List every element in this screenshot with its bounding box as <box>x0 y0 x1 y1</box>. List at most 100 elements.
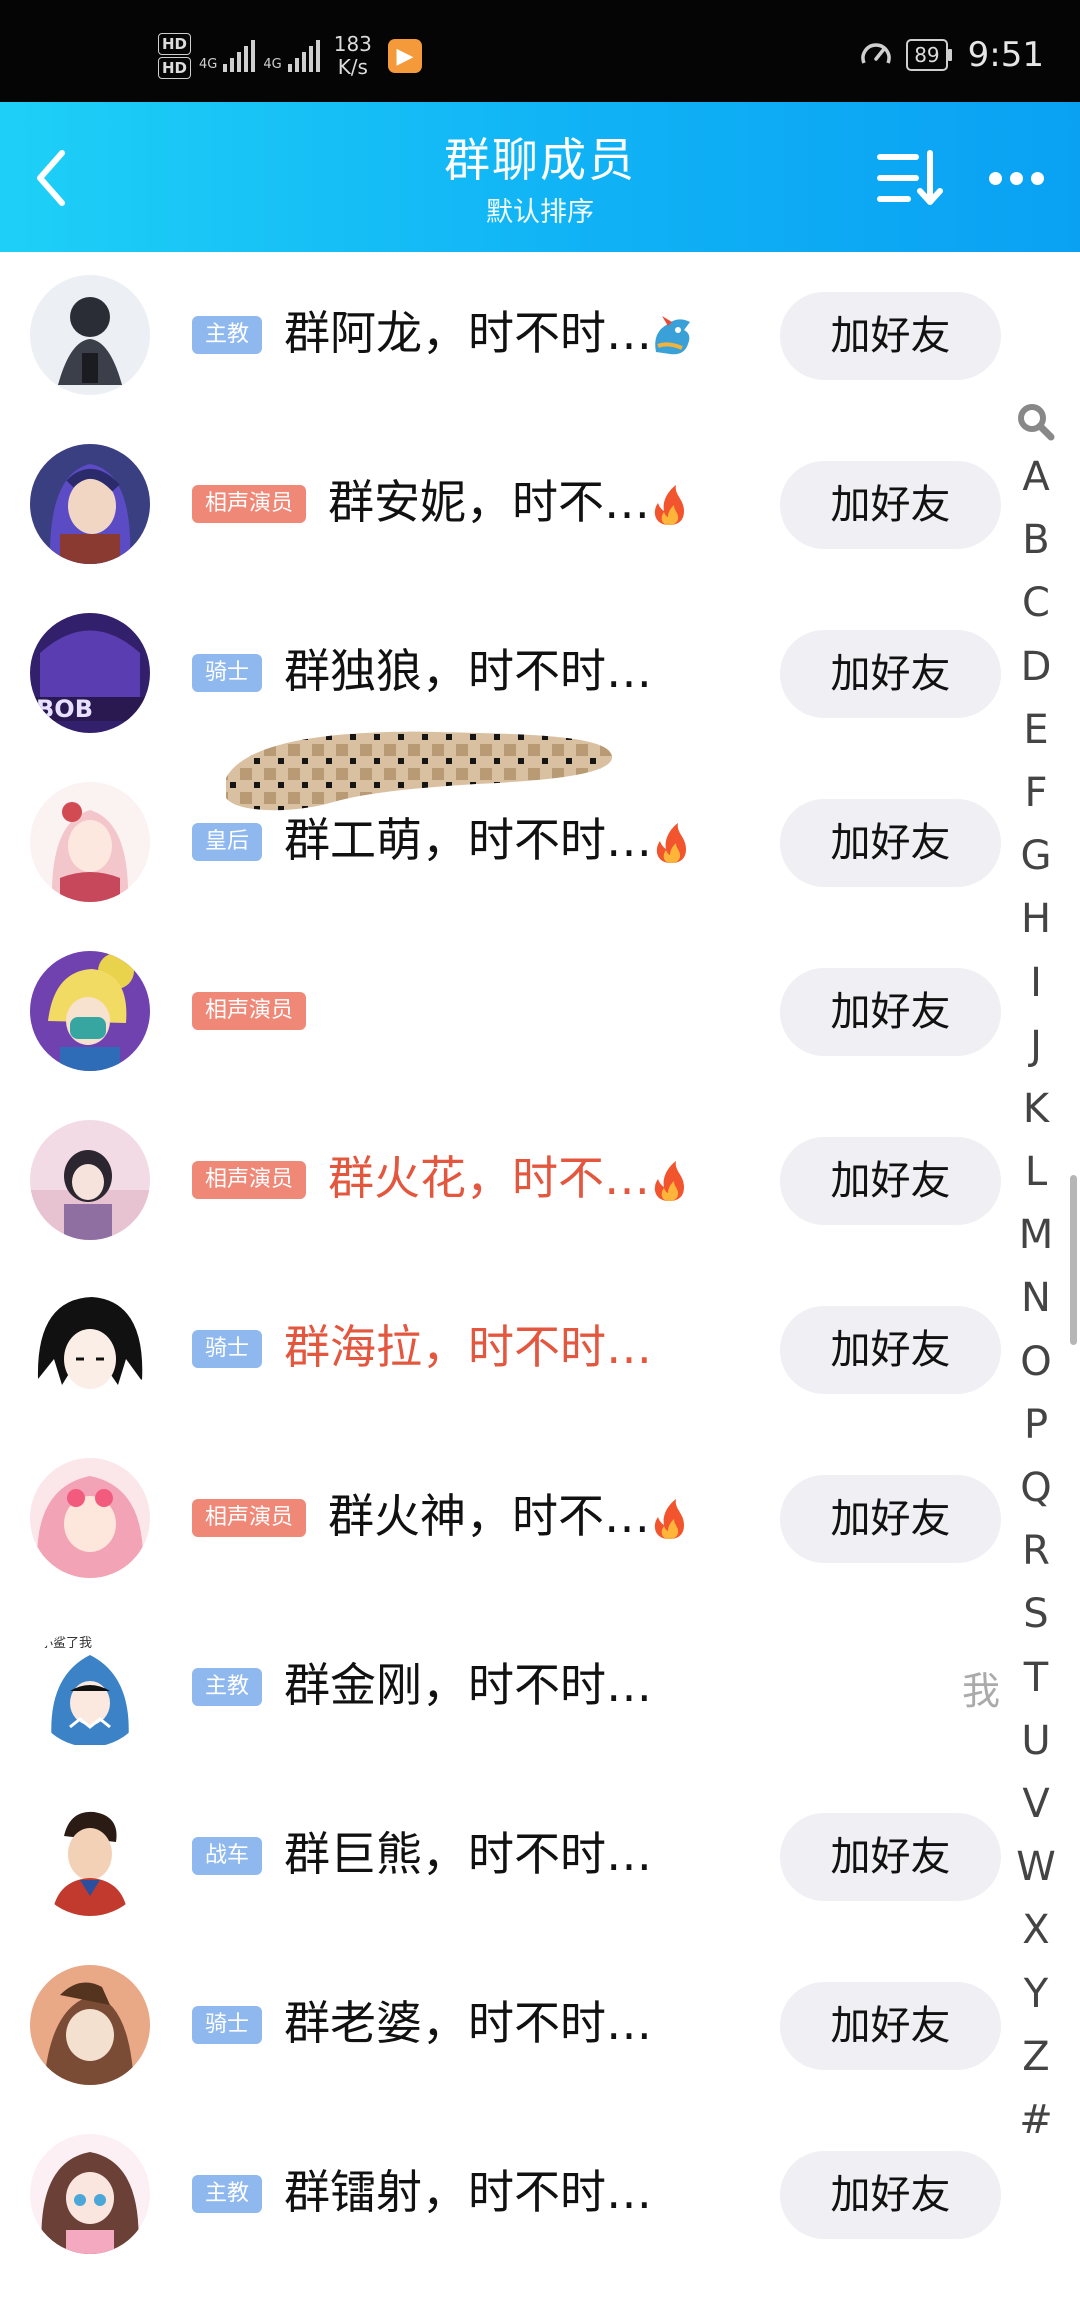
member-row[interactable]: 骑士 群老婆，时不时… 加好友 <box>0 1942 1080 2111</box>
more-icon-dot <box>988 171 1002 185</box>
member-row[interactable]: 相声演员 群安妮，时不… 加好友 <box>0 421 1080 590</box>
member-role-badge: 骑士 <box>192 2006 263 2044</box>
index-letter[interactable]: Y <box>1010 1963 1062 2026</box>
self-label: 我 <box>962 1669 1001 1713</box>
index-letters[interactable]: A B C D E F G H I J K L M N O P Q R S T U V W X Y Z # <box>1010 446 1062 2152</box>
member-row[interactable]: 相声演员 加好友 <box>0 928 1080 1097</box>
member-avatar[interactable] <box>30 275 150 395</box>
add-friend-button[interactable]: 加好友 <box>780 630 1001 718</box>
member-nickname: 群独狼，时不时… <box>284 644 652 698</box>
member-avatar[interactable]: 小鲨了我 <box>30 1627 150 1747</box>
battery-icon: 89 <box>906 39 953 71</box>
status-left: HD HD 4G 4G 183 K/s ▶ <box>158 26 422 86</box>
dragon-icon <box>648 312 694 358</box>
member-avatar[interactable] <box>30 782 150 902</box>
member-row[interactable]: 小鲨了我 主教 群金刚，时不时… 我 <box>0 1604 1080 1773</box>
index-letter[interactable]: J <box>1010 1015 1062 1078</box>
member-nickname: 群海拉，时不时… <box>284 1320 652 1374</box>
hd-indicator-2: HD <box>158 57 192 79</box>
add-friend-button[interactable]: 加好友 <box>780 1813 1001 1901</box>
member-avatar[interactable] <box>30 1120 150 1240</box>
index-letter[interactable]: A <box>1010 446 1062 509</box>
member-role-badge: 主教 <box>192 1668 263 1706</box>
index-letter[interactable]: U <box>1010 1710 1062 1773</box>
member-row[interactable]: 主教 群镭射，时不时… 加好友 <box>0 2111 1080 2280</box>
more-button[interactable] <box>976 142 1056 214</box>
member-avatar[interactable] <box>30 1458 150 1578</box>
index-letter[interactable]: Z <box>1010 2026 1062 2089</box>
signal-bars-icon <box>223 40 256 72</box>
fire-icon <box>646 1157 692 1203</box>
member-avatar[interactable] <box>30 1289 150 1409</box>
member-role-badge: 主教 <box>192 2175 263 2213</box>
member-avatar[interactable] <box>30 2134 150 2254</box>
alphabet-index-bar[interactable]: A B C D E F G H I J K L M N O P Q R S T U V W X Y Z # <box>1010 398 1062 2152</box>
add-friend-button[interactable]: 加好友 <box>780 1982 1001 2070</box>
index-letter[interactable]: K <box>1010 1078 1062 1141</box>
index-letter[interactable]: M <box>1010 1204 1062 1267</box>
index-letter[interactable]: W <box>1010 1836 1062 1899</box>
index-letter[interactable]: L <box>1010 1141 1062 1204</box>
index-letter[interactable]: I <box>1010 952 1062 1015</box>
more-icon-dot <box>1009 171 1023 185</box>
index-letter[interactable]: S <box>1010 1583 1062 1646</box>
hd-indicator-1: HD <box>158 33 192 55</box>
scrollbar[interactable] <box>1070 1175 1077 1345</box>
index-letter[interactable]: E <box>1010 699 1062 762</box>
status-right: 89 9:51 <box>858 30 1044 80</box>
sort-icon <box>877 150 943 205</box>
member-role-badge: 相声演员 <box>192 1499 307 1537</box>
network-type-2: 4G <box>263 57 282 72</box>
signal-1: 4G <box>199 40 256 72</box>
index-letter[interactable]: B <box>1010 509 1062 572</box>
signal-bars-icon <box>287 40 320 72</box>
speedometer-icon <box>861 43 891 64</box>
index-letter[interactable]: H <box>1010 888 1062 951</box>
member-nickname: 群镭射，时不时… <box>284 2165 652 2219</box>
member-avatar[interactable] <box>30 1965 150 2085</box>
index-letter[interactable]: # <box>1010 2089 1062 2152</box>
member-row[interactable]: 战车 群巨熊，时不时… 加好友 <box>0 1773 1080 1942</box>
speed-unit: K/s <box>337 55 368 79</box>
add-friend-button[interactable]: 加好友 <box>780 1475 1001 1563</box>
add-friend-button[interactable]: 加好友 <box>780 1306 1001 1394</box>
index-search[interactable] <box>1010 398 1062 446</box>
fire-icon <box>648 819 694 865</box>
add-friend-button[interactable]: 加好友 <box>780 2151 1001 2239</box>
add-friend-button[interactable]: 加好友 <box>780 799 1001 887</box>
index-letter[interactable]: D <box>1010 636 1062 699</box>
member-role-badge: 骑士 <box>192 654 263 692</box>
index-letter[interactable]: T <box>1010 1647 1062 1710</box>
member-role-badge: 骑士 <box>192 1330 263 1368</box>
member-avatar[interactable]: BOB <box>30 613 150 733</box>
index-letter[interactable]: O <box>1010 1331 1062 1394</box>
network-speed: 183 K/s <box>334 33 372 79</box>
member-row[interactable]: 相声演员 群火神，时不… 加好友 <box>0 1435 1080 1604</box>
add-friend-button[interactable]: 加好友 <box>780 461 1001 549</box>
app-notification-icon: ▶ <box>387 39 422 73</box>
index-letter[interactable]: P <box>1010 1394 1062 1457</box>
member-row[interactable]: 相声演员 群火花，时不… 加好友 <box>0 1097 1080 1266</box>
redaction-scribble <box>226 731 613 811</box>
member-row[interactable]: 骑士 群海拉，时不时… 加好友 <box>0 1266 1080 1435</box>
index-letter[interactable]: F <box>1010 762 1062 825</box>
member-nickname: 群火神，时不… <box>328 1489 650 1543</box>
add-friend-button[interactable]: 加好友 <box>780 292 1001 380</box>
index-letter[interactable]: V <box>1010 1773 1062 1836</box>
index-letter[interactable]: Q <box>1010 1457 1062 1520</box>
sort-button[interactable] <box>872 142 948 214</box>
index-letter[interactable]: G <box>1010 825 1062 888</box>
index-letter[interactable]: R <box>1010 1520 1062 1583</box>
index-letter[interactable]: N <box>1010 1267 1062 1330</box>
add-friend-button[interactable]: 加好友 <box>780 968 1001 1056</box>
member-avatar[interactable] <box>30 1796 150 1916</box>
member-row[interactable]: 主教 群阿龙，时不时… 加好友 <box>0 252 1080 421</box>
index-letter[interactable]: X <box>1010 1899 1062 1962</box>
fire-icon <box>646 1495 692 1541</box>
index-letter[interactable]: C <box>1010 572 1062 635</box>
member-avatar[interactable] <box>30 951 150 1071</box>
member-role-badge: 相声演员 <box>192 485 307 523</box>
member-list[interactable]: 主教 群阿龙，时不时… 加好友 相声演员 群安妮，时不… 加好友 BOB 骑士 群独狼，时不时…… <box>0 252 1080 2280</box>
member-avatar[interactable] <box>30 444 150 564</box>
add-friend-button[interactable]: 加好友 <box>780 1137 1001 1225</box>
